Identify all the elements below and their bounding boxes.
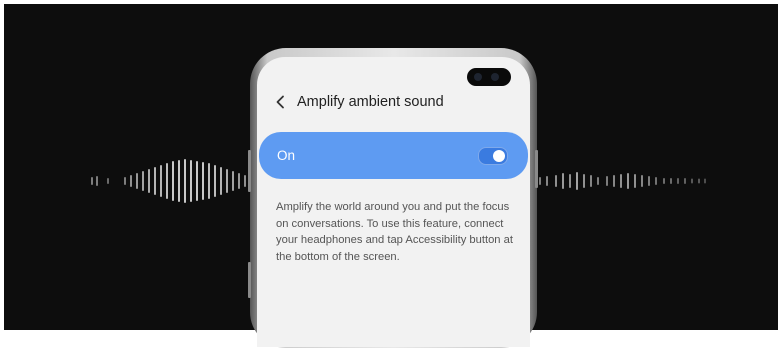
- promo-stage: Amplify ambient sound On Amplify the wor…: [0, 0, 782, 348]
- phone-side-button: [248, 262, 251, 298]
- camera-lens-icon: [474, 73, 482, 81]
- page-title: Amplify ambient sound: [297, 94, 444, 110]
- settings-header: Amplify ambient sound: [269, 91, 444, 113]
- toggle-switch[interactable]: [478, 146, 508, 165]
- toggle-knob: [493, 149, 505, 162]
- phone-side-button: [248, 150, 251, 192]
- phone-side-button: [535, 150, 538, 188]
- camera-lens-icon: [491, 73, 499, 81]
- front-camera-cutout: [467, 68, 511, 86]
- toggle-label: On: [277, 148, 296, 163]
- phone-screen: Amplify ambient sound On Amplify the wor…: [257, 57, 530, 347]
- feature-description: Amplify the world around you and put the…: [276, 201, 513, 263]
- chevron-left-icon[interactable]: [269, 91, 291, 113]
- amplify-toggle-row[interactable]: On: [259, 132, 528, 179]
